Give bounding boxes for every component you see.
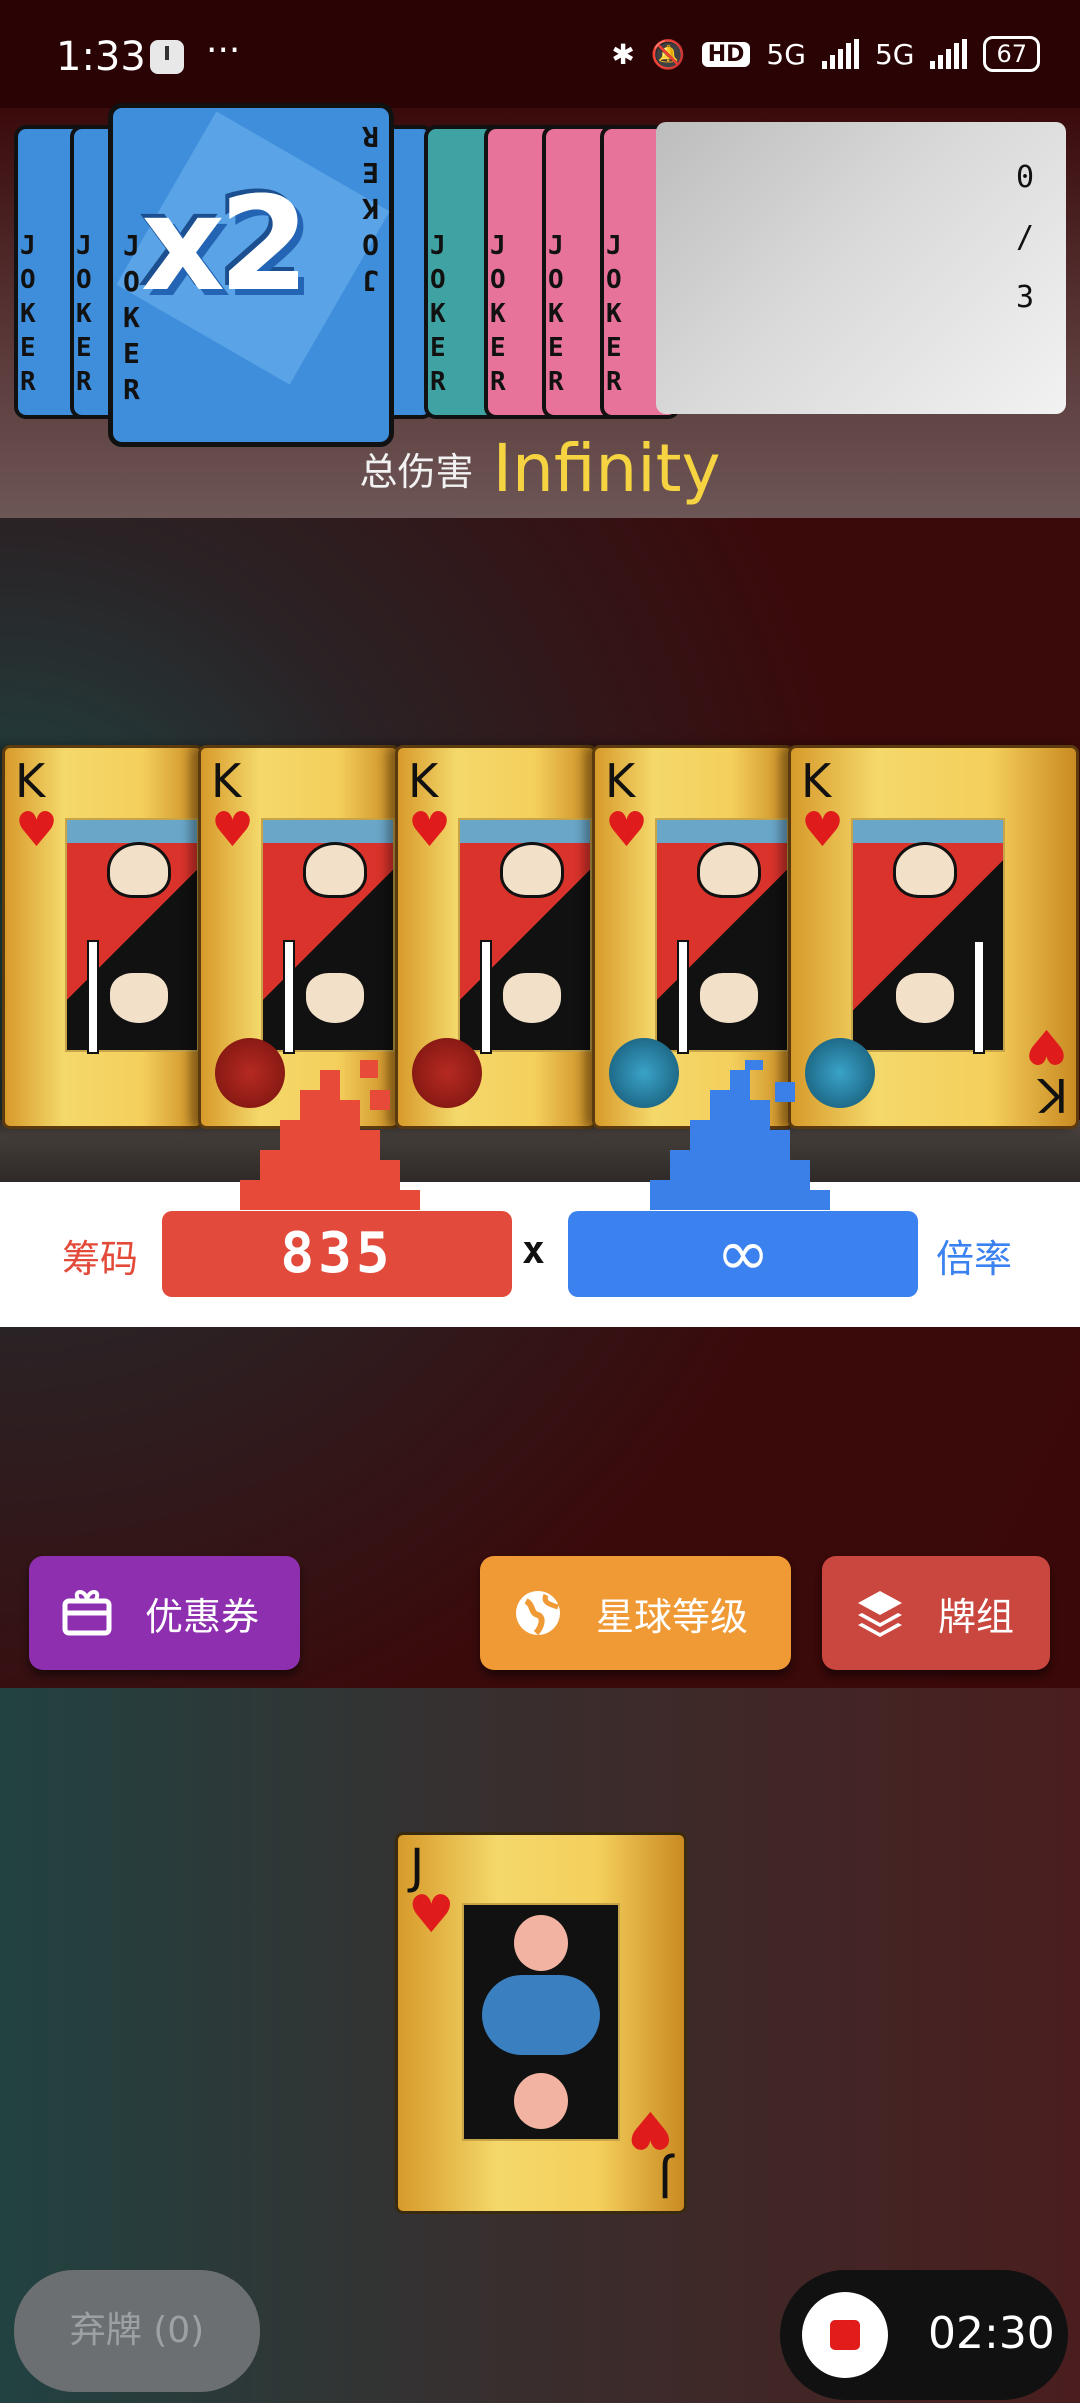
card-rank: K <box>801 754 832 808</box>
bluetooth-icon: ✱ <box>611 37 635 71</box>
joker-label-rotated: JOKER <box>362 120 379 297</box>
heart-suit-icon: ♥ <box>801 802 845 858</box>
multiply-sign: x <box>522 1228 545 1272</box>
network-label-2: 5G <box>874 37 915 71</box>
chips-label: 筹码 <box>62 1237 139 1281</box>
mult-flame-icon <box>650 1060 830 1210</box>
played-card[interactable]: K ♥ <box>2 745 204 1129</box>
chips-flame-icon <box>240 1060 420 1210</box>
more-notifications-icon: ··· <box>206 30 241 71</box>
red-seal-icon <box>412 1038 482 1108</box>
slot-max: 3 <box>1015 280 1035 315</box>
coupon-button[interactable]: 优惠券 <box>29 1556 300 1670</box>
card-rank-bottom: J <box>657 2151 672 2207</box>
planet-level-label: 星球等级 <box>596 1594 749 1639</box>
total-damage: 总伤害 Infinity <box>0 430 1080 507</box>
king-art <box>65 818 199 1054</box>
total-damage-label: 总伤害 <box>359 450 474 494</box>
coupon-label: 优惠券 <box>145 1594 260 1639</box>
status-time: 1:33 <box>56 34 146 80</box>
heart-suit-icon-bottom: ♥ <box>1024 1018 1068 1074</box>
discard-button[interactable]: 弃牌 (0) <box>14 2270 260 2392</box>
status-bar: 1:33 ··· ✱ 🔕 HD 5G 5G 67 <box>0 0 1080 108</box>
joker-slot-counter: 0 / 3 <box>1010 148 1040 328</box>
slot-used: 0 <box>1015 160 1035 195</box>
deck-button[interactable]: 牌组 <box>822 1556 1050 1670</box>
mult-label: 倍率 <box>936 1237 1013 1281</box>
joker-card-selected[interactable]: JOKER JOKER x2 <box>108 103 394 447</box>
king-art <box>261 818 395 1054</box>
joker-slot-panel: 0 / 3 <box>656 122 1066 414</box>
network-label: 5G <box>766 37 806 71</box>
hand-card[interactable]: J ♥ J ♥ <box>395 1832 687 2214</box>
signal-icon-2 <box>930 39 968 69</box>
total-damage-value: Infinity <box>492 430 721 507</box>
deck-label: 牌组 <box>938 1594 1015 1639</box>
heart-suit-icon: ♥ <box>15 802 59 858</box>
card-rank-bottom: K <box>1037 1068 1068 1122</box>
heart-suit-icon: ♥ <box>211 802 255 858</box>
layers-icon <box>854 1587 906 1639</box>
king-art <box>458 818 592 1054</box>
card-rank: K <box>211 754 242 808</box>
planet-level-button[interactable]: 星球等级 <box>480 1556 791 1670</box>
played-card[interactable]: K ♥ K ♥ <box>788 745 1079 1129</box>
joker-label: JOKER <box>548 231 564 397</box>
mult-value: ∞ <box>568 1211 918 1297</box>
joker-label: JOKER <box>606 231 622 397</box>
card-rank: K <box>15 754 46 808</box>
card-rank: K <box>605 754 636 808</box>
heart-suit-icon: ♥ <box>408 1885 455 1945</box>
screen-recorder-pill[interactable]: 02:30 <box>780 2270 1068 2400</box>
status-icons: ✱ 🔕 HD 5G 5G 67 <box>611 36 1040 72</box>
recorder-time: 02:30 <box>928 2308 1055 2359</box>
chips-value: 835 <box>162 1211 512 1297</box>
stone-ledge <box>0 1120 1080 1182</box>
joker-label: JOKER <box>490 231 506 397</box>
globe-icon <box>512 1587 564 1639</box>
card-rank: K <box>408 754 439 808</box>
played-card[interactable]: K ♥ <box>395 745 597 1129</box>
heart-suit-icon: ♥ <box>408 802 452 858</box>
stop-record-icon[interactable] <box>802 2292 888 2378</box>
gift-card-icon <box>61 1587 113 1639</box>
joker-label: JOKER <box>430 231 446 397</box>
mute-bell-icon: 🔕 <box>650 37 686 71</box>
king-art <box>851 818 1005 1054</box>
joker-mult-label: x2 <box>141 168 309 320</box>
hd-badge: HD <box>701 41 751 67</box>
signal-icon <box>821 39 859 69</box>
joker-label: JOKER <box>76 231 92 397</box>
heart-suit-icon: ♥ <box>605 802 649 858</box>
joker-label: JOKER <box>20 231 36 397</box>
heart-suit-icon-bottom: ♥ <box>627 2099 674 2159</box>
king-art <box>655 818 789 1054</box>
slot-separator: / <box>1015 220 1035 255</box>
jack-art <box>462 1903 620 2141</box>
battery-icon: 67 <box>983 36 1040 72</box>
clock-app-icon <box>150 40 184 74</box>
